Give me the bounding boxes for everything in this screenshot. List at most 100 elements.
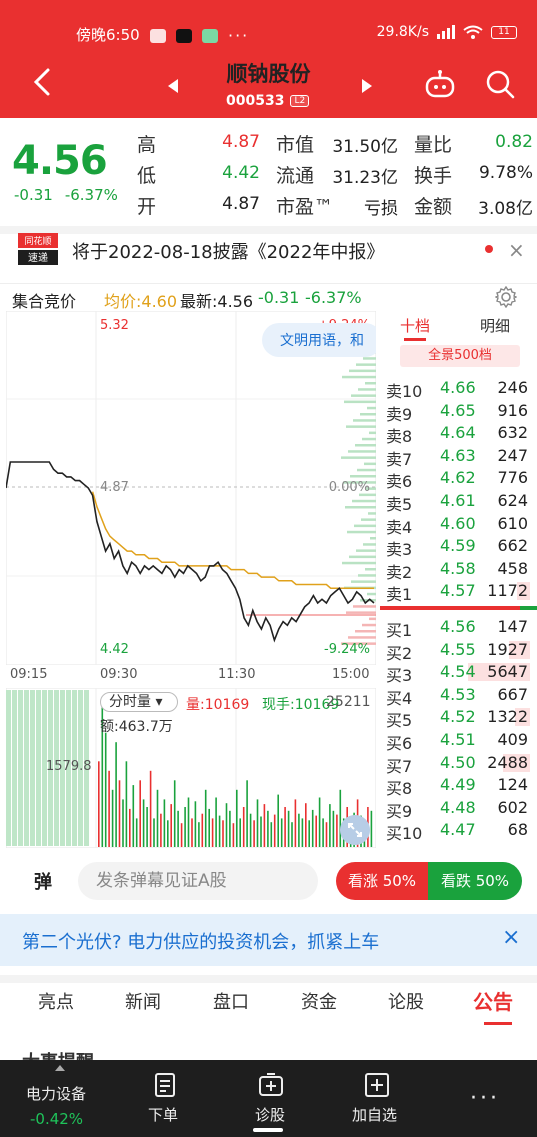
- logo-bottom-text: 速递: [28, 251, 48, 264]
- volume-bar: [277, 794, 279, 847]
- ladder-bar: [355, 444, 376, 447]
- order-doc-icon[interactable]: [152, 1072, 178, 1098]
- level-price: 4.49: [440, 775, 476, 795]
- notification-icons: ···: [150, 26, 249, 45]
- content-tabs: [0, 975, 537, 1030]
- bid-level-row[interactable]: 买6 4.51 409: [384, 728, 534, 753]
- danmu-toggle-icon[interactable]: 弹: [34, 868, 52, 894]
- intraday-chart[interactable]: 5.32 +9.24% 4.87 0.00% 4.42 -9.24% 文明用语，…: [6, 311, 376, 665]
- bid-level-row[interactable]: 买4 4.53 667: [384, 683, 534, 708]
- settings-gear-icon[interactable]: [495, 286, 517, 308]
- volume-bar: [132, 785, 135, 847]
- low-value: 4.42: [222, 163, 260, 183]
- volume-bar: [253, 820, 255, 847]
- vote-down-button[interactable]: 看跌 50%: [428, 862, 522, 900]
- expand-chart-icon[interactable]: [340, 815, 370, 845]
- bid-level-row[interactable]: 买5 4.52 1322: [384, 705, 534, 730]
- level-price: 4.60: [440, 513, 476, 533]
- ladder-bar: [348, 450, 376, 453]
- more-notifications-icon: ···: [228, 26, 250, 45]
- ask-level-row[interactable]: 卖4 4.60 610: [384, 512, 534, 537]
- app-notification-icon: [150, 28, 166, 43]
- search-icon[interactable]: [484, 68, 516, 100]
- sector-name[interactable]: 电力设备: [26, 1083, 86, 1104]
- tab-details[interactable]: 明细: [480, 315, 510, 336]
- volume-bar: [111, 789, 114, 847]
- promo-text[interactable]: 第二个光伏? 电力供应的投资机会，抓紧上车: [22, 928, 379, 954]
- volume-bar: [225, 803, 228, 847]
- ask-level-row[interactable]: 卖10 4.66 246: [384, 376, 534, 401]
- bid-level-row[interactable]: 买10 4.47 68: [384, 818, 534, 843]
- volume-max-label: 1579.8: [46, 759, 92, 774]
- next-stock-icon[interactable]: [362, 79, 372, 93]
- mcap-label: 市值: [276, 134, 315, 156]
- level-price: 4.51: [440, 730, 476, 749]
- level-price: 4.57: [440, 581, 476, 601]
- sector-expand-icon[interactable]: [55, 1065, 65, 1071]
- bid-level-row[interactable]: 买9 4.48 602: [384, 796, 534, 821]
- ask-level-row[interactable]: 卖3 4.59 662: [384, 534, 534, 559]
- amount-label: 金额: [414, 196, 453, 218]
- ladder-bar: [347, 530, 376, 534]
- tab-funds[interactable]: 资金: [301, 988, 337, 1014]
- high-price-label: 5.32: [100, 318, 129, 333]
- bid-level-row[interactable]: 买1 4.56 147: [384, 615, 534, 640]
- volume-selector[interactable]: 分时量 ▾: [100, 692, 178, 712]
- promo-close-icon[interactable]: ×: [502, 925, 520, 950]
- low-label: 低: [137, 165, 157, 187]
- bid-level-row[interactable]: 买2 4.55 1927: [384, 638, 534, 663]
- diagnose-icon[interactable]: [258, 1072, 284, 1098]
- ask-level-row[interactable]: 卖9 4.65 916: [384, 399, 534, 424]
- auction-label[interactable]: 集合竞价: [12, 288, 76, 312]
- ask-level-row[interactable]: 卖1 4.57 1172: [384, 579, 534, 604]
- nav-diagnose[interactable]: 诊股: [255, 1104, 285, 1125]
- tab-ten-levels[interactable]: 十档: [400, 315, 430, 336]
- full-500-levels-button[interactable]: 全景500档: [400, 345, 520, 367]
- tab-announcements[interactable]: 公告: [473, 986, 513, 1015]
- vol-ratio-value: 0.82: [495, 132, 533, 152]
- tab-news[interactable]: 新闻: [125, 988, 161, 1014]
- amount-value: 3.08亿: [478, 199, 533, 219]
- tab-discussion[interactable]: 论股: [388, 988, 424, 1014]
- ask-level-row[interactable]: 卖5 4.61 624: [384, 489, 534, 514]
- vote-up-button[interactable]: 看涨 50%: [336, 862, 428, 900]
- ask-level-row[interactable]: 卖2 4.58 458: [384, 557, 534, 582]
- announcement-text[interactable]: 将于2022-08-18披露《2022年中报》: [72, 238, 384, 264]
- ladder-bar: [349, 555, 376, 559]
- volume-bar: [242, 807, 245, 847]
- level-qty: 776: [497, 468, 528, 488]
- danmu-input[interactable]: 发条弹幕见证A股: [78, 862, 318, 900]
- ladder-bar: [350, 475, 376, 478]
- announcement-close-icon[interactable]: ×: [508, 238, 525, 262]
- volume-label: 量:10169: [186, 697, 250, 713]
- tab-handicap[interactable]: 盘口: [213, 988, 249, 1014]
- tab-highlights[interactable]: 亮点: [38, 988, 74, 1014]
- bid-level-row[interactable]: 买3 4.54 5647: [384, 660, 534, 685]
- ladder-bar: [365, 382, 376, 385]
- nav-order[interactable]: 下单: [148, 1104, 178, 1125]
- ladder-bar: [357, 468, 376, 472]
- float-value: 31.23亿: [332, 168, 398, 188]
- volume-bar: [204, 789, 207, 847]
- robot-assistant-icon[interactable]: [424, 70, 456, 98]
- ladder-bar: [368, 512, 376, 515]
- signal-icon: [437, 25, 455, 39]
- shield-notification-icon: [202, 28, 218, 43]
- volume-bar: [118, 780, 121, 847]
- ladder-bar: [342, 561, 376, 565]
- auction-volume-bar: [6, 690, 11, 846]
- ask-level-row[interactable]: 卖6 4.62 776: [384, 466, 534, 491]
- auction-volume-bar: [36, 690, 41, 846]
- ladder-bar: [369, 431, 376, 435]
- add-watchlist-icon[interactable]: [364, 1072, 390, 1098]
- level-qty: 68: [507, 820, 528, 840]
- ladder-bar: [352, 499, 376, 503]
- bid-level-row[interactable]: 买8 4.49 124: [384, 773, 534, 798]
- ask-level-row[interactable]: 卖8 4.64 632: [384, 421, 534, 446]
- bid-level-row[interactable]: 买7 4.50 2488: [384, 751, 534, 776]
- level-price: 4.58: [440, 558, 476, 578]
- ladder-bar: [363, 357, 376, 360]
- ask-level-row[interactable]: 卖7 4.63 247: [384, 444, 534, 469]
- more-icon[interactable]: ···: [470, 1086, 500, 1111]
- nav-add-watchlist[interactable]: 加自选: [352, 1104, 397, 1125]
